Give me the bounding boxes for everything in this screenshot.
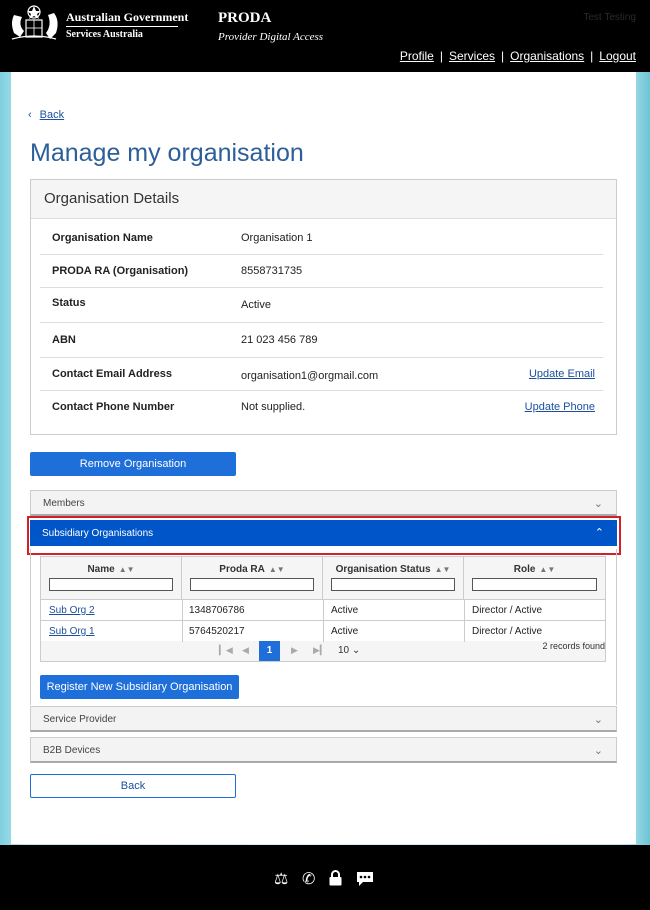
top-navigation: Profile | Services | Organisations | Logout xyxy=(400,49,636,63)
remove-organisation-button[interactable]: Remove Organisation xyxy=(30,452,236,476)
page-title: Manage my organisation xyxy=(30,139,304,167)
last-page-icon[interactable]: ▶▎ xyxy=(313,645,327,656)
detail-value: 8558731735 xyxy=(241,265,303,277)
proda-ra-value: 5764520217 xyxy=(189,626,245,637)
proda-ra-value: 1348706786 xyxy=(189,605,245,616)
detail-row-abn: ABN 21 023 456 789 xyxy=(40,323,603,358)
detail-value: Active xyxy=(241,299,271,311)
accordion-service-provider[interactable]: Service Provider ⌄ xyxy=(30,706,617,732)
nav-separator: | xyxy=(590,49,594,63)
column-label: Proda RA xyxy=(219,564,265,575)
detail-label: ABN xyxy=(52,334,76,346)
detail-row-status: Status Active xyxy=(40,288,603,323)
detail-value: Organisation 1 xyxy=(241,232,313,244)
column-header-name: Name ▲▼ xyxy=(41,557,182,599)
nav-organisations-link[interactable]: Organisations xyxy=(510,49,584,63)
sort-icon[interactable]: ▲▼ xyxy=(435,565,451,574)
filter-input-status[interactable] xyxy=(331,578,455,591)
nav-services-link[interactable]: Services xyxy=(449,49,495,63)
records-count: 2 records found xyxy=(542,641,605,651)
status-value: Active xyxy=(331,605,359,616)
status-value: Active xyxy=(331,626,359,637)
chevron-down-icon: ⌄ xyxy=(593,745,603,757)
nav-profile-link[interactable]: Profile xyxy=(400,49,434,63)
accordion-members-label: Members xyxy=(43,498,85,509)
detail-row-organisation-name: Organisation Name Organisation 1 xyxy=(40,220,603,255)
detail-label: Organisation Name xyxy=(52,232,153,244)
page-size-select[interactable]: 10 ⌄ xyxy=(338,645,360,656)
detail-value: organisation1@orgmail.com xyxy=(241,370,379,382)
main-content: ‹ Back Manage my organisation Organisatio… xyxy=(11,72,636,844)
detail-label: Status xyxy=(52,297,86,309)
back-link-label: Back xyxy=(39,109,65,121)
government-name: Australian Government xyxy=(66,10,189,24)
register-subsidiary-button[interactable]: Register New Subsidiary Organisation xyxy=(40,675,239,699)
filter-input-proda-ra[interactable] xyxy=(190,578,314,591)
filter-input-role[interactable] xyxy=(472,578,597,591)
sort-icon[interactable]: ▲▼ xyxy=(539,565,555,574)
sub-org-link[interactable]: Sub Org 1 xyxy=(49,626,95,637)
column-label: Role xyxy=(513,564,536,575)
chat-icon[interactable] xyxy=(356,871,374,887)
detail-label: Contact Phone Number xyxy=(52,401,175,413)
column-label: Name xyxy=(87,564,115,575)
accordion-b2b-label: B2B Devices xyxy=(43,745,101,756)
chevron-left-icon: ‹ xyxy=(28,109,32,121)
nav-separator: | xyxy=(439,49,443,63)
next-page-icon[interactable]: ▶ xyxy=(291,645,298,656)
agency-name: Services Australia xyxy=(66,29,143,40)
detail-value: 21 023 456 789 xyxy=(241,334,318,346)
role-value: Director / Active xyxy=(472,626,543,637)
bottom-back-button[interactable]: Back xyxy=(30,774,236,798)
sort-icon[interactable]: ▲▼ xyxy=(119,565,135,574)
user-name: Test Testing xyxy=(583,12,636,23)
table-pager: ▎◀ ◀ 1 ▶ ▶▎ 10 ⌄ 2 records found xyxy=(41,641,605,661)
app-subtitle: Provider Digital Access xyxy=(218,31,324,43)
detail-row-contact-phone: Contact Phone Number Not supplied. Updat… xyxy=(40,391,603,424)
role-value: Director / Active xyxy=(472,605,543,616)
subsidiary-table: Name ▲▼ Proda RA ▲▼ Organisation Status ▲▼ … xyxy=(40,556,606,662)
detail-row-contact-email: Contact Email Address organisation1@orgm… xyxy=(40,358,603,391)
chevron-down-icon: ⌄ xyxy=(593,714,603,726)
table-row: Sub Org 2 1348706786 Active Director / A… xyxy=(41,599,605,621)
nav-separator: | xyxy=(501,49,505,63)
detail-value: Not supplied. xyxy=(241,401,306,413)
chevron-down-icon: ⌄ xyxy=(351,645,361,656)
organisation-details-panel: Organisation Details Organisation Name O… xyxy=(30,179,617,435)
column-header-role: Role ▲▼ xyxy=(464,557,605,599)
back-link[interactable]: ‹ Back xyxy=(28,109,64,121)
chevron-down-icon: ⌄ xyxy=(593,498,603,510)
app-title: PRODA xyxy=(218,10,272,26)
table-row: Sub Org 1 5764520217 Active Director / A… xyxy=(41,620,605,642)
previous-page-icon[interactable]: ◀ xyxy=(242,645,249,656)
accordion-members[interactable]: Members ⌄ xyxy=(30,490,617,516)
scales-icon[interactable]: ⚖ xyxy=(274,869,288,889)
column-header-proda-ra: Proda RA ▲▼ xyxy=(182,557,323,599)
site-footer: ⚖ ✆ xyxy=(0,845,650,910)
update-phone-link[interactable]: Update Phone xyxy=(525,401,595,413)
detail-label: Contact Email Address xyxy=(52,368,173,380)
site-header: Australian Government Services Australia… xyxy=(0,0,650,72)
detail-label: PRODA RA (Organisation) xyxy=(52,265,189,277)
accordion-b2b-devices[interactable]: B2B Devices ⌄ xyxy=(30,737,617,763)
coat-of-arms-icon xyxy=(11,5,58,40)
government-divider xyxy=(66,26,178,27)
sub-org-link[interactable]: Sub Org 2 xyxy=(49,605,95,616)
accordion-service-provider-label: Service Provider xyxy=(43,714,117,725)
detail-row-proda-ra: PRODA RA (Organisation) 8558731735 xyxy=(40,255,603,288)
filter-input-name[interactable] xyxy=(49,578,173,591)
first-page-icon[interactable]: ▎◀ xyxy=(219,645,233,656)
column-label: Organisation Status xyxy=(335,564,431,575)
organisation-details-heading: Organisation Details xyxy=(31,180,616,219)
nav-logout-link[interactable]: Logout xyxy=(599,49,636,63)
column-header-organisation-status: Organisation Status ▲▼ xyxy=(323,557,464,599)
current-page-button[interactable]: 1 xyxy=(259,641,280,661)
update-email-link[interactable]: Update Email xyxy=(529,368,595,380)
page-size-value: 10 xyxy=(338,645,350,656)
phone-icon[interactable]: ✆ xyxy=(302,869,315,889)
lock-icon[interactable] xyxy=(329,870,342,886)
sort-icon[interactable]: ▲▼ xyxy=(269,565,285,574)
